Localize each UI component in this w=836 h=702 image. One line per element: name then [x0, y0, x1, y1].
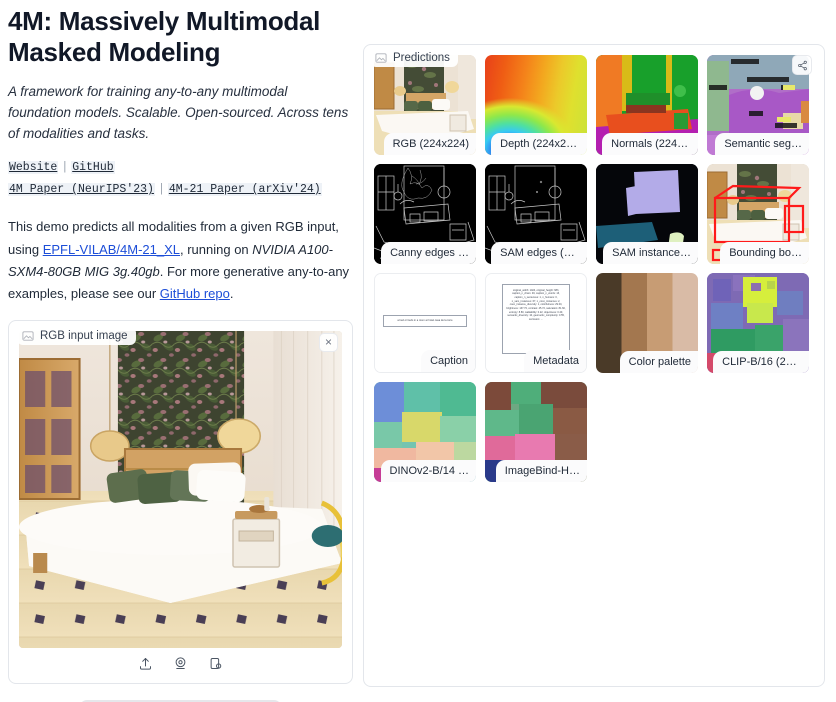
prediction-tile[interactable]: Depth (224x2…) [485, 55, 587, 155]
prediction-tile-label: Semantic seg… [715, 133, 809, 155]
prediction-tile[interactable]: Normals (224…) [596, 55, 698, 155]
predictions-panel: Predictions RGB (224x224) Depth (224x2…)… [363, 44, 825, 687]
prediction-tile-label: Depth (224x2…) [491, 133, 587, 155]
rgb-input-card: RGB input image × [8, 319, 353, 684]
share-glyph [797, 60, 807, 70]
prediction-tile[interactable]: Color palette [596, 273, 698, 373]
prediction-tile[interactable]: original_width: 1024, original_height: 6… [485, 273, 587, 373]
image-toolbar [19, 648, 342, 677]
gallery-icon [375, 53, 387, 63]
share-icon[interactable] [792, 55, 812, 75]
link-paper-arxiv[interactable]: 4M-21 Paper (arXiv'24) [167, 183, 322, 197]
prediction-tile-label: SAM edges (2… [491, 242, 587, 264]
bedroom-photo-art [19, 330, 342, 648]
links-row-papers: 4M Paper (NeurIPS'23) | 4M-21 Paper (arXiv… [8, 180, 353, 200]
prediction-tile[interactable]: a bed or beds in a room at hotel casa de… [374, 273, 476, 373]
app-root: 4M: Massively Multimodal Masked Modeling… [0, 0, 836, 702]
upload-icon[interactable] [138, 656, 153, 671]
links-row-primary: Website | GitHub [8, 158, 353, 178]
prediction-tile[interactable]: Canny edges … [374, 164, 476, 264]
desc-part-4: . [229, 286, 234, 302]
link-github[interactable]: GitHub [71, 161, 115, 175]
prediction-tile-label: RGB (224x224) [383, 133, 476, 155]
prediction-tile[interactable]: DINOv2-B/14 … [374, 382, 476, 482]
prediction-tile-label: Canny edges … [381, 242, 476, 264]
prediction-tile-label: DINOv2-B/14 … [380, 460, 476, 482]
page-subtitle: A framework for training any-to-any mult… [8, 84, 349, 142]
rgb-input-tag-label: RGB input image [40, 329, 128, 342]
rgb-input-tag: RGB input image [17, 326, 136, 345]
prediction-tile-label: CLIP-B/16 (22… [713, 351, 809, 373]
webcam-icon[interactable] [173, 656, 188, 671]
image-icon [22, 331, 34, 341]
link-github-repo[interactable]: GitHub repo [160, 286, 230, 301]
rgb-input-photo[interactable] [19, 330, 342, 648]
prediction-tile[interactable]: CLIP-B/16 (22… [707, 273, 809, 373]
prediction-tile-label: Metadata [524, 350, 586, 372]
predictions-tag: Predictions [370, 49, 458, 67]
caption-text: a bed or beds in a room at hotel casa de… [383, 315, 467, 328]
prediction-tile-label: Normals (224…) [602, 133, 698, 155]
page-title: 4M: Massively Multimodal Masked Modeling [8, 6, 321, 68]
link-model[interactable]: EPFL-VILAB/4M-21_XL [43, 242, 180, 257]
link-separator: | [61, 161, 69, 175]
prediction-tile[interactable]: SAM instance… [596, 164, 698, 264]
prediction-tile[interactable]: SAM edges (2… [485, 164, 587, 264]
metadata-text: original_width: 1024, original_height: 6… [502, 283, 570, 355]
predictions-grid: RGB (224x224) Depth (224x2…) Normals (224… [372, 53, 816, 484]
link-website[interactable]: Website [8, 161, 59, 175]
prediction-tile[interactable]: Bounding bo… [707, 164, 809, 264]
prediction-tile[interactable]: RGB (224x224) [374, 55, 476, 155]
predictions-tag-label: Predictions [393, 52, 450, 64]
prediction-tile-label: Caption [421, 350, 475, 372]
prediction-tile[interactable]: ImageBind-H… [485, 382, 587, 482]
link-paper-neurips[interactable]: 4M Paper (NeurIPS'23) [8, 183, 155, 197]
prediction-tile-label: SAM instance… [603, 242, 698, 264]
prediction-tile-label: Color palette [619, 351, 698, 373]
left-column: 4M: Massively Multimodal Masked Modeling… [8, 0, 353, 702]
link-separator-2: | [157, 183, 165, 197]
close-icon[interactable]: × [319, 332, 338, 352]
paste-clipboard-icon[interactable] [208, 656, 223, 671]
prediction-tile-label: ImageBind-H… [495, 460, 587, 482]
demo-description: This demo predicts all modalities from a… [8, 216, 353, 305]
desc-part-2: , running on [180, 241, 253, 257]
prediction-tile-label: Bounding bo… [720, 242, 809, 264]
